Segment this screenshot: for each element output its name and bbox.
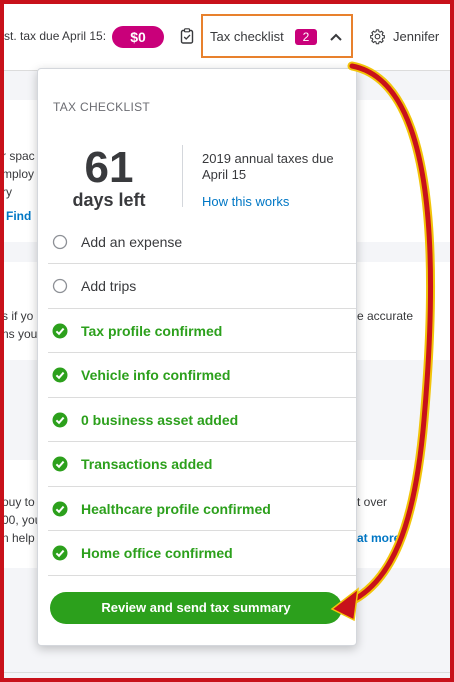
days-left-label: days left [72, 190, 146, 210]
checklist-item-label: Tax profile confirmed [81, 322, 223, 339]
tax-checklist-popup: TAX CHECKLIST 61 days left 2019 annual t… [37, 68, 357, 646]
checklist-item-label: Healthcare profile confirmed [81, 500, 271, 517]
checklist-item-label: Transactions added [81, 456, 213, 472]
check-circle-icon [52, 367, 68, 383]
check-circle-icon [52, 456, 68, 472]
annual-taxes-due-text: 2019 annual taxes due April 15 [202, 151, 334, 182]
est-tax-amount-badge[interactable]: $0 [112, 26, 164, 48]
check-circle-icon [52, 501, 68, 516]
background-text: s if yo [2, 309, 34, 323]
days-left-number: 61 [84, 143, 134, 192]
background-text: ouy to [2, 495, 35, 509]
est-tax-label: st. tax due April 15: [4, 29, 107, 43]
bottom-divider [0, 672, 454, 673]
background-link[interactable]: Find [6, 209, 31, 223]
empty-circle-icon [52, 234, 68, 249]
clipboard-icon [180, 28, 194, 44]
checklist-item[interactable]: Add an expense [48, 220, 356, 264]
review-send-tax-summary-button[interactable]: Review and send tax summary [50, 592, 342, 624]
user-menu-name[interactable]: Jennifer [393, 29, 439, 44]
background-text: e accurate [357, 309, 414, 323]
checklist-item[interactable]: Transactions added [48, 443, 356, 487]
checklist-item-label: Home office confirmed [81, 545, 233, 561]
checklist-item-label: Vehicle info confirmed [81, 367, 231, 383]
checklist-item-label: Add trips [81, 278, 137, 294]
checklist-item[interactable]: Vehicle info confirmed [48, 354, 356, 398]
checklist-item[interactable]: Tax profile confirmed [48, 309, 356, 353]
popup-title: TAX CHECKLIST [53, 100, 151, 114]
background-text: n help [2, 531, 35, 545]
tax-checklist-label: Tax checklist [210, 29, 284, 44]
checklist-item-label: 0 business asset added [81, 411, 239, 428]
gear-icon[interactable] [369, 28, 386, 45]
checklist-item-label: Add an expense [81, 233, 183, 250]
check-circle-icon [52, 412, 68, 427]
checklist-item[interactable]: Add trips [48, 265, 356, 309]
chevron-up-icon[interactable] [330, 33, 342, 41]
empty-circle-icon [52, 278, 68, 294]
top-bar: st. tax due April 15: $0 Tax checklist 2… [0, 0, 454, 71]
checklist-item[interactable]: Home office confirmed [48, 532, 356, 576]
background-text: 00, you [2, 513, 42, 527]
checklist-item[interactable]: Healthcare profile confirmed [48, 487, 356, 531]
vertical-divider [182, 145, 183, 207]
background-text: mploy [2, 167, 35, 181]
background-text: ns you [2, 327, 38, 341]
how-this-works-link[interactable]: How this works [202, 194, 289, 209]
background-text: ry [2, 185, 12, 199]
background-text: t over [357, 495, 388, 509]
checklist-item[interactable]: 0 business asset added [48, 398, 356, 442]
check-circle-icon [52, 323, 68, 338]
check-circle-icon [52, 545, 68, 561]
background-text: r spac [2, 149, 35, 163]
background-link[interactable]: at more [357, 531, 400, 545]
tax-checklist-count-badge: 2 [295, 29, 317, 45]
